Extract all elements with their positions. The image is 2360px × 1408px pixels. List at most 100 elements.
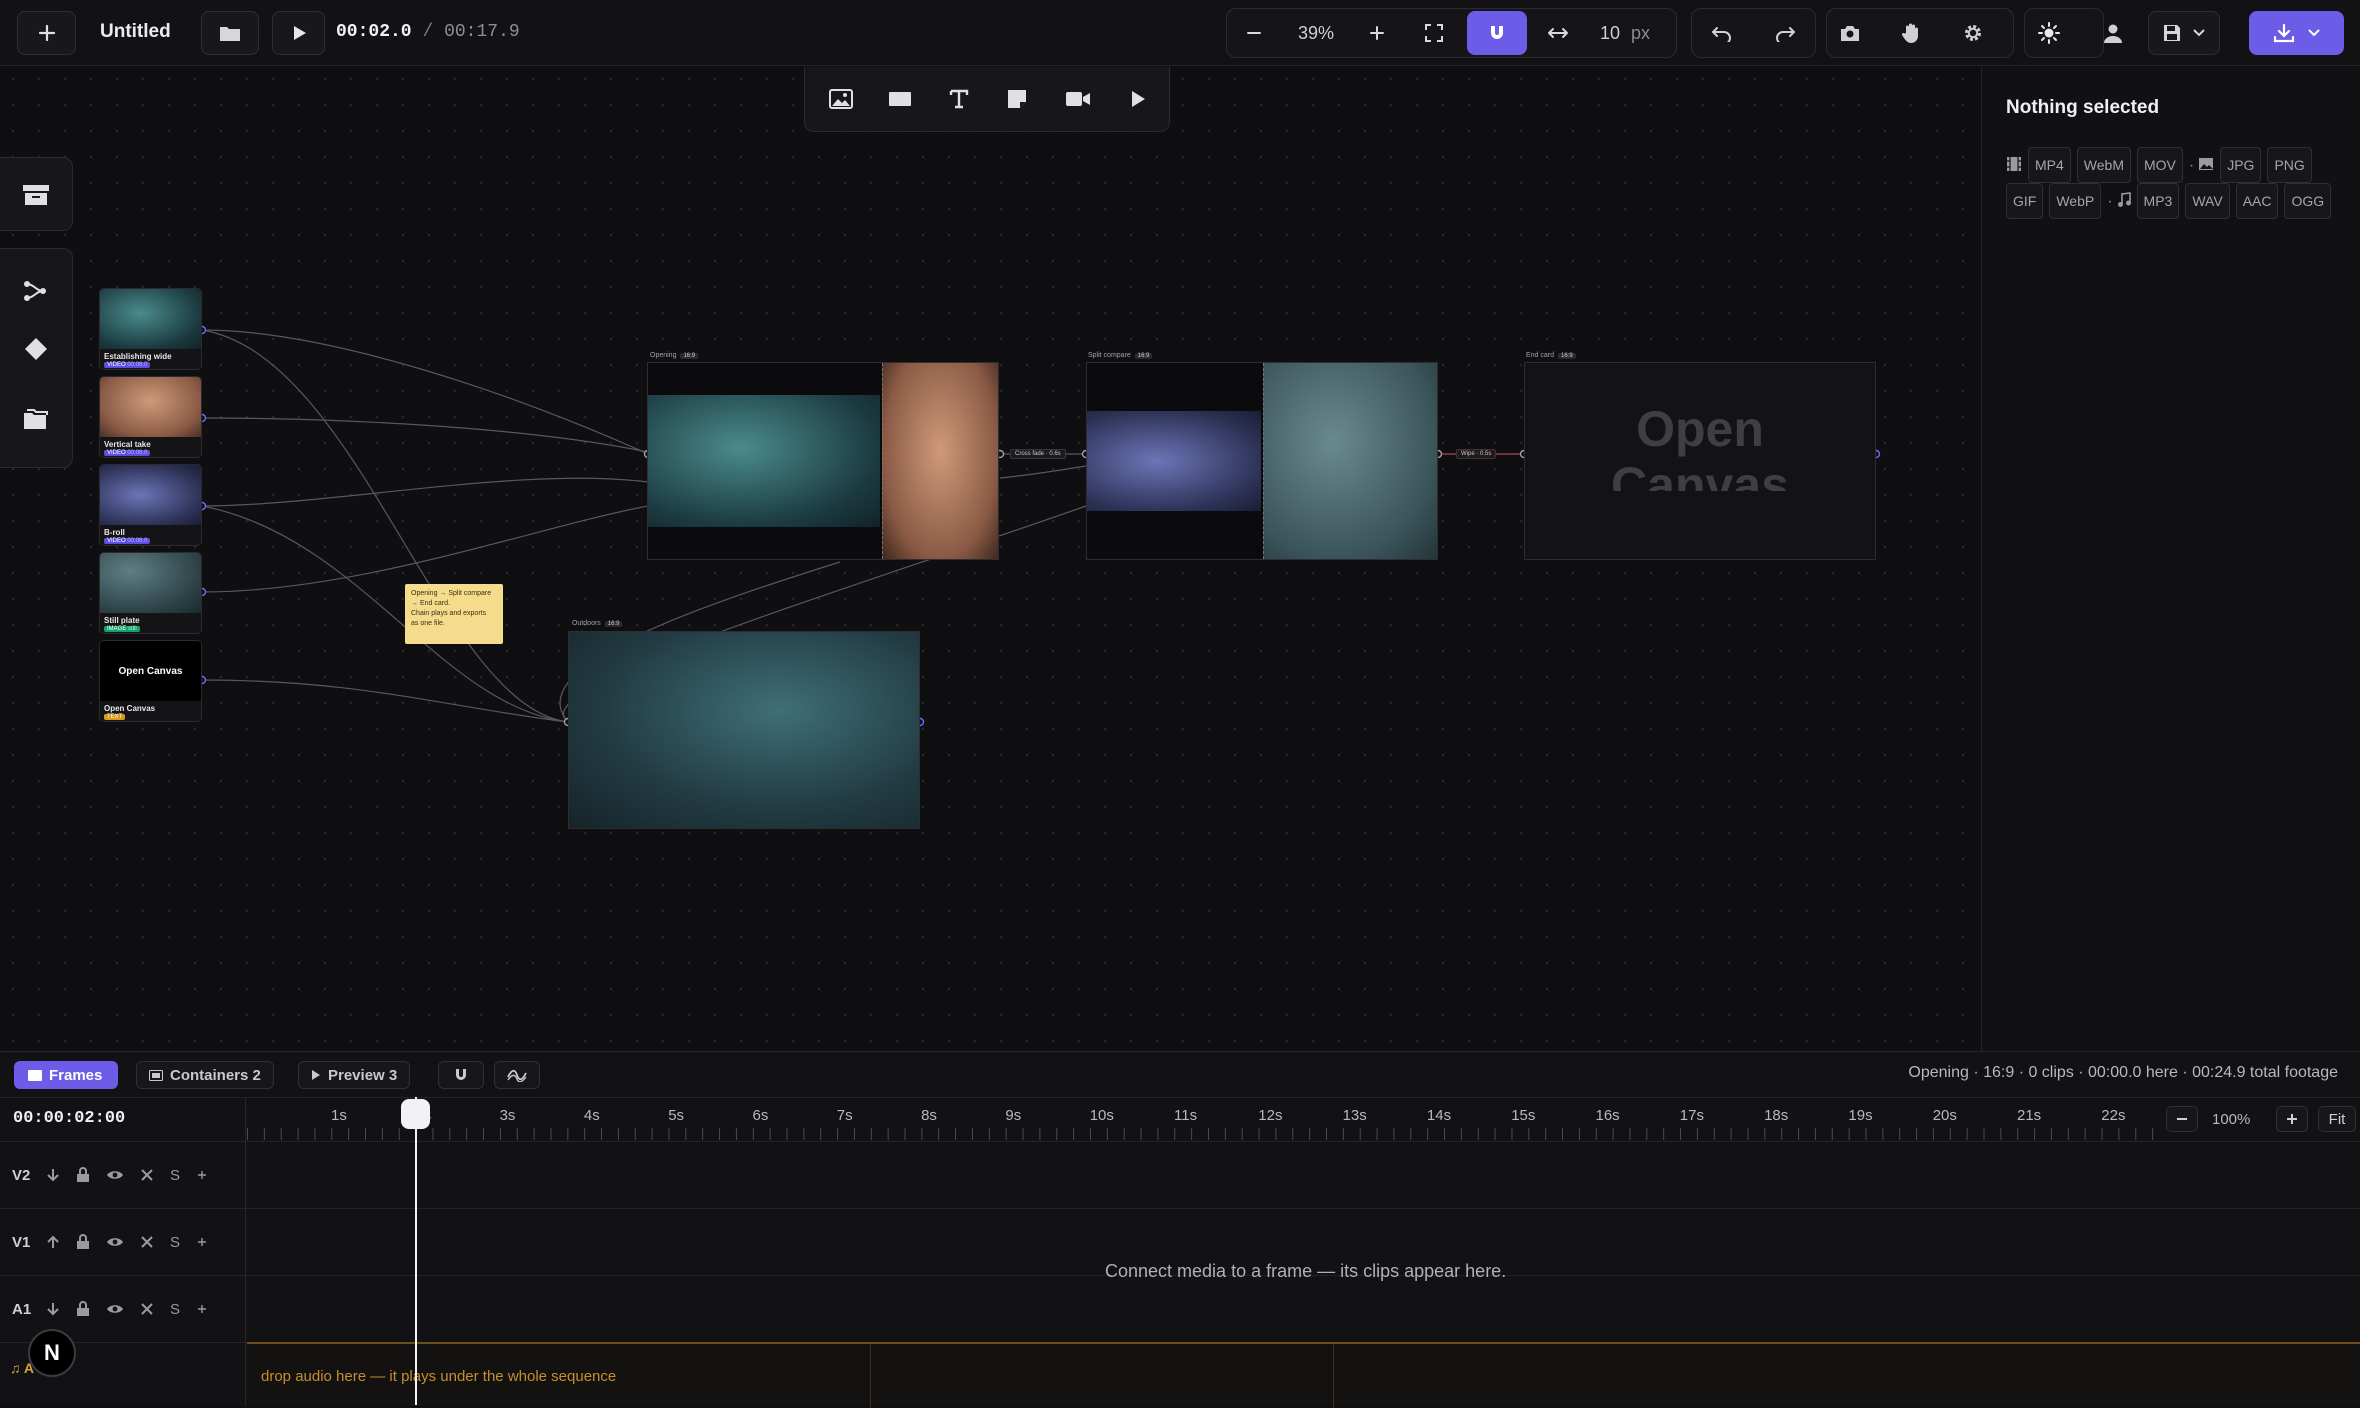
waveform-icon <box>507 1069 527 1082</box>
lock-icon[interactable] <box>76 1301 90 1317</box>
redo-button[interactable] <box>1760 11 1810 55</box>
frame-end-card[interactable]: Open Canvas <box>1524 362 1876 560</box>
play-button[interactable] <box>272 11 325 55</box>
theme-toggle-button[interactable] <box>2026 11 2072 55</box>
timeline-timecode[interactable]: 00:00:02:00 <box>13 1109 125 1128</box>
current-time: 00:02.0 <box>336 22 412 42</box>
timeline-snap-button[interactable] <box>438 1061 484 1089</box>
close-icon[interactable] <box>140 1235 154 1249</box>
eye-icon[interactable] <box>106 1303 124 1315</box>
media-type-tag: VIDEO 00:06.0 <box>104 362 151 368</box>
zoom-level[interactable]: 39% <box>1290 23 1342 44</box>
hand-icon <box>1901 23 1918 43</box>
add-icon[interactable] <box>196 1303 208 1315</box>
eye-icon[interactable] <box>106 1236 124 1248</box>
sticky-note[interactable]: Opening → Split compare → End card. Chai… <box>405 584 503 644</box>
timeline-zoom-out[interactable] <box>2166 1106 2198 1132</box>
zoom-out-button[interactable] <box>1232 11 1276 55</box>
arrows-horizontal-icon <box>1548 28 1568 38</box>
connect-nodes-icon[interactable] <box>22 279 48 303</box>
fullscreen-icon <box>1425 24 1443 42</box>
folder-icon <box>220 27 240 41</box>
media-item-establishing-wide[interactable]: Establishing wide VIDEO 00:06.0 <box>99 288 202 370</box>
track-header: V1 S <box>0 1209 246 1275</box>
camera-icon <box>1841 26 1859 41</box>
timeline-zoom-in[interactable] <box>2276 1106 2308 1132</box>
transition-wipe[interactable]: Wipe · 0.5s <box>1456 449 1497 459</box>
chevron-down-icon <box>2193 29 2205 37</box>
pan-tool-button[interactable] <box>1888 11 1934 55</box>
folders-icon[interactable] <box>23 409 49 431</box>
frame-opening[interactable] <box>647 362 999 560</box>
project-title[interactable]: Untitled <box>100 21 171 43</box>
frame-label-endcard[interactable]: End card 16:9 <box>1526 352 1576 359</box>
close-icon[interactable] <box>140 1302 154 1316</box>
close-icon[interactable] <box>140 1168 154 1182</box>
zoom-in-button[interactable] <box>1355 11 1399 55</box>
account-button[interactable] <box>2090 11 2136 55</box>
redo-icon <box>1776 27 1795 42</box>
canvas[interactable]: Establishing wide VIDEO 00:06.0 Vertical… <box>0 66 1980 1051</box>
playhead-handle[interactable] <box>401 1099 430 1129</box>
sticky-note-icon[interactable] <box>1006 88 1028 110</box>
library-panel-toggle[interactable] <box>0 157 73 231</box>
sun-icon <box>2038 22 2060 44</box>
snap-distance[interactable]: 10 px <box>1600 23 1650 44</box>
tab-frames[interactable]: Frames <box>14 1061 119 1089</box>
image-icon[interactable] <box>829 89 853 109</box>
note-line: Chain plays and exports <box>411 610 487 617</box>
timeline-waveform-button[interactable] <box>494 1061 540 1089</box>
frame-label-split[interactable]: Split compare 16:9 <box>1088 352 1153 359</box>
arrow-down-icon[interactable] <box>46 1301 60 1317</box>
export-button[interactable] <box>2249 11 2344 55</box>
arrow-down-icon[interactable] <box>46 1167 60 1183</box>
playhead[interactable] <box>415 1097 417 1405</box>
timeline-fit-button[interactable]: Fit <box>2318 1106 2356 1132</box>
solo-toggle[interactable]: S <box>170 1234 180 1251</box>
eye-icon[interactable] <box>106 1169 124 1181</box>
frame-label-outdoors[interactable]: Outdoors 16:9 <box>572 620 623 627</box>
solo-toggle[interactable]: S <box>170 1301 180 1318</box>
settings-button[interactable] <box>1950 11 1996 55</box>
tab-containers[interactable]: Containers 2 <box>136 1061 274 1089</box>
tab-label: Frames <box>49 1066 103 1084</box>
fit-screen-button[interactable] <box>1412 11 1456 55</box>
save-icon <box>2164 25 2180 41</box>
frame-outdoors[interactable] <box>568 631 920 829</box>
add-icon[interactable] <box>196 1236 208 1248</box>
new-project-button[interactable] <box>17 11 76 55</box>
arrow-up-icon[interactable] <box>46 1234 60 1250</box>
media-card-text: Open Canvas <box>118 665 183 677</box>
transition-crossfade[interactable]: Cross fade · 0.6s <box>1010 449 1066 459</box>
solo-toggle[interactable]: S <box>170 1167 180 1184</box>
tab-preview[interactable]: Preview 3 <box>298 1061 411 1089</box>
supported-formats: MP4 WebM MOV · JPG PNG GIF WebP · MP3 WAV AAC OGG <box>2006 147 2346 219</box>
frame-split-compare[interactable] <box>1086 362 1438 560</box>
save-menu-button[interactable] <box>2148 11 2220 55</box>
snap-toggle-button[interactable] <box>1467 11 1527 55</box>
user-avatar[interactable]: N <box>28 1329 76 1377</box>
frame-label-opening[interactable]: Opening 16:9 <box>650 352 699 359</box>
media-item-open-canvas[interactable]: Open Canvas Open Canvas TEXT <box>99 640 202 722</box>
audio-drop-zone[interactable]: drop audio here — it plays under the who… <box>247 1342 2360 1408</box>
rectangle-icon[interactable] <box>888 91 912 107</box>
text-icon[interactable] <box>949 89 969 109</box>
media-item-still-plate[interactable]: Still plate IMAGE still <box>99 552 202 634</box>
media-item-vertical-take[interactable]: Vertical take VIDEO 00:06.0 <box>99 376 202 458</box>
ruler-tick-label: 10s <box>1089 1107 1114 1124</box>
video-camera-icon[interactable] <box>1065 90 1091 108</box>
lock-icon[interactable] <box>76 1167 90 1183</box>
open-project-button[interactable] <box>201 11 259 55</box>
gear-icon <box>1965 25 1981 41</box>
snapshot-button[interactable] <box>1827 11 1873 55</box>
preview-play-icon[interactable] <box>1129 90 1147 108</box>
add-icon[interactable] <box>196 1169 208 1181</box>
undo-button[interactable] <box>1697 11 1747 55</box>
media-thumbnail: Open Canvas <box>100 641 201 701</box>
lock-icon[interactable] <box>76 1234 90 1250</box>
media-item-b-roll[interactable]: B-roll VIDEO 00:06.0 <box>99 464 202 546</box>
keyframe-diamond-icon[interactable] <box>24 337 48 361</box>
ruler-tick-label: 4s <box>583 1107 600 1124</box>
format-badge: MP3 <box>2136 183 2180 219</box>
spacing-button[interactable] <box>1536 11 1580 55</box>
